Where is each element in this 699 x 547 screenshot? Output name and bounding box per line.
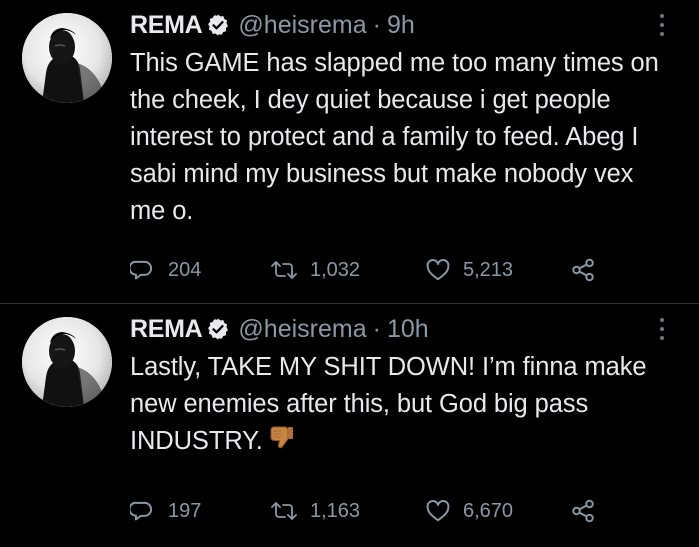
- like-button[interactable]: 6,670: [425, 498, 570, 524]
- tweet-actions: 204 1,032 5,213: [130, 255, 596, 285]
- retweet-count: 1,032: [310, 258, 361, 281]
- verified-badge-icon: [206, 13, 230, 37]
- reply-icon: [130, 260, 153, 280]
- more-options-icon[interactable]: [652, 314, 672, 344]
- reply-button[interactable]: 197: [130, 498, 270, 524]
- tweet-text-container: Lastly, TAKE MY SHIT DOWN! I’m finna mak…: [130, 349, 670, 460]
- timestamp[interactable]: 9h: [387, 11, 415, 40]
- retweet-icon: [271, 261, 297, 279]
- like-button[interactable]: 5,213: [425, 257, 570, 283]
- retweet-icon: [271, 502, 297, 520]
- like-count: 6,670: [463, 499, 514, 522]
- reply-count: 204: [168, 258, 202, 281]
- verified-badge-icon: [206, 317, 230, 341]
- tweet-text: This GAME has slapped me too many times …: [130, 49, 659, 225]
- tweet-text: Lastly, TAKE MY SHIT DOWN! I’m finna mak…: [130, 353, 647, 455]
- retweet-count: 1,163: [310, 499, 361, 522]
- reply-icon: [130, 501, 153, 521]
- separator: ·: [372, 10, 381, 39]
- share-icon: [572, 258, 594, 282]
- more-options-icon[interactable]: [652, 10, 672, 40]
- timestamp[interactable]: 10h: [387, 315, 429, 344]
- retweet-button[interactable]: 1,032: [270, 257, 425, 283]
- like-icon: [426, 259, 450, 281]
- tweet-actions: 197 1,163 6,670: [130, 496, 596, 526]
- share-icon: [572, 499, 594, 523]
- display-name[interactable]: REMA: [130, 11, 203, 40]
- like-icon: [426, 500, 450, 522]
- separator: ·: [372, 314, 381, 343]
- share-button[interactable]: [570, 498, 596, 524]
- tweet-header: REMA @heisrema · 9h: [130, 8, 415, 42]
- retweet-button[interactable]: 1,163: [270, 498, 425, 524]
- thumbs-down-emoji: [269, 425, 295, 453]
- reply-button[interactable]: 204: [130, 257, 270, 283]
- tweet-header: REMA @heisrema · 10h: [130, 312, 429, 346]
- tweet[interactable]: REMA @heisrema · 10h Lastly, TAKE MY SHI…: [0, 304, 699, 547]
- reply-count: 197: [168, 499, 202, 522]
- handle[interactable]: @heisrema: [238, 11, 366, 40]
- tweet[interactable]: REMA @heisrema · 9h This GAME has slappe…: [0, 0, 699, 303]
- handle[interactable]: @heisrema: [238, 315, 366, 344]
- avatar[interactable]: [22, 317, 112, 407]
- share-button[interactable]: [570, 257, 596, 283]
- display-name[interactable]: REMA: [130, 315, 203, 344]
- like-count: 5,213: [463, 258, 514, 281]
- avatar[interactable]: [22, 13, 112, 103]
